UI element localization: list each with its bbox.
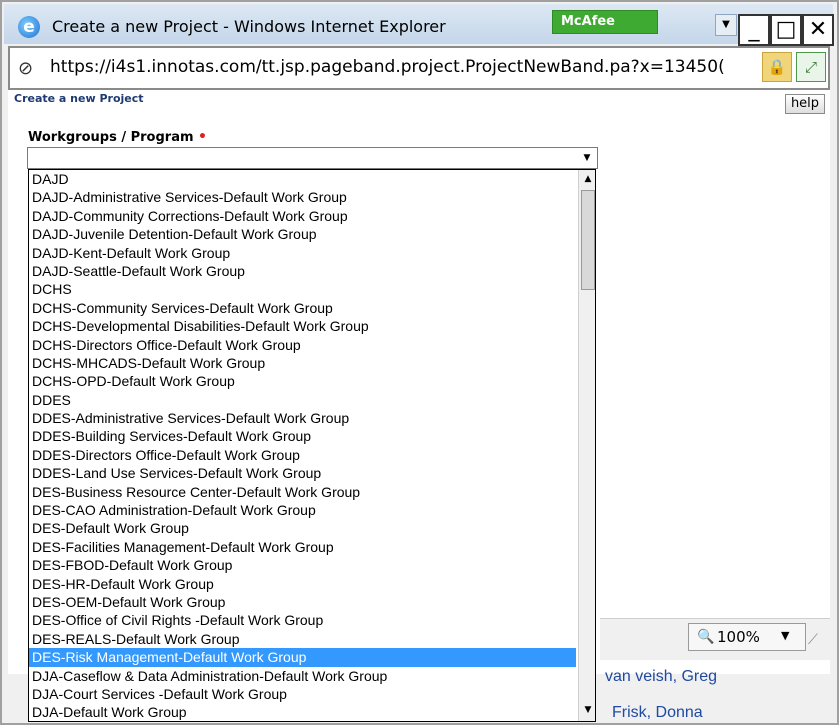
page-heading: Create a new Project	[14, 92, 144, 105]
dropdown-option-selected[interactable]: DES-Risk Management-Default Work Group	[29, 648, 576, 667]
dropdown-option[interactable]: DCHS-MHCADS-Default Work Group	[29, 354, 576, 372]
window-title: Create a new Project - Windows Internet …	[52, 17, 446, 36]
zoom-magnifier-icon: 🔍	[697, 629, 715, 645]
dropdown-option[interactable]: DES-Default Work Group	[29, 519, 576, 537]
zoom-control[interactable]: 🔍 100% ▼	[688, 623, 806, 651]
dropdown-scrollbar[interactable]: ▲ ▼	[578, 170, 595, 721]
scroll-up-arrow-icon[interactable]: ▲	[580, 171, 595, 187]
maximize-button[interactable]: □	[770, 14, 802, 46]
dropdown-option[interactable]: DES-REALS-Default Work Group	[29, 630, 576, 648]
dropdown-option[interactable]: DCHS-Developmental Disabilities-Default …	[29, 317, 576, 335]
resize-grip-icon[interactable]: ⟋	[808, 632, 828, 652]
workgroups-program-select[interactable]	[27, 147, 598, 169]
dropdown-option[interactable]: DJA-Caseflow & Data Administration-Defau…	[29, 667, 576, 685]
dropdown-option[interactable]: DAJD	[29, 170, 576, 188]
field-label-text: Workgroups / Program	[28, 130, 194, 145]
workgroups-program-label: Workgroups / Program •	[28, 129, 207, 145]
background-person-link[interactable]: Frisk, Donna	[612, 704, 703, 722]
dropdown-option[interactable]: DES-Office of Civil Rights -Default Work…	[29, 611, 576, 629]
dropdown-option[interactable]: DES-CAO Administration-Default Work Grou…	[29, 501, 576, 519]
dropdown-option[interactable]: DAJD-Kent-Default Work Group	[29, 244, 576, 262]
dropdown-option[interactable]: DES-Business Resource Center-Default Wor…	[29, 483, 576, 501]
dropdown-option[interactable]: DCHS-Directors Office-Default Work Group	[29, 336, 576, 354]
page-loading-icon: ⊘	[18, 58, 34, 79]
internet-explorer-icon: e	[18, 16, 40, 38]
dropdown-option[interactable]: DES-OEM-Default Work Group	[29, 593, 576, 611]
dropdown-option[interactable]: DDES-Administrative Services-Default Wor…	[29, 409, 576, 427]
dropdown-options: DAJD DAJD-Administrative Services-Default…	[29, 170, 576, 721]
help-button[interactable]: help	[785, 94, 825, 114]
dropdown-option[interactable]: DDES-Land Use Services-Default Work Grou…	[29, 464, 576, 482]
dropdown-option[interactable]: DES-Facilities Management-Default Work G…	[29, 538, 576, 556]
scrollbar-thumb[interactable]	[581, 190, 595, 290]
workgroups-dropdown-list[interactable]: DAJD DAJD-Administrative Services-Default…	[28, 169, 596, 722]
dropdown-option[interactable]: DDES-Building Services-Default Work Grou…	[29, 427, 576, 445]
dropdown-option[interactable]: DAJD-Administrative Services-Default Wor…	[29, 188, 576, 206]
dropdown-option[interactable]: DAJD-Seattle-Default Work Group	[29, 262, 576, 280]
title-bar: e Create a new Project - Windows Interne…	[4, 4, 834, 46]
dropdown-option[interactable]: DCHS	[29, 280, 576, 298]
mcafee-label: McAfee	[561, 14, 615, 29]
scroll-down-arrow-icon[interactable]: ▼	[580, 702, 595, 718]
select-dropdown-arrow-icon[interactable]: ▼	[578, 149, 596, 167]
background-person-link[interactable]: van veish, Greg	[605, 668, 717, 686]
dropdown-option[interactable]: DES-HR-Default Work Group	[29, 575, 576, 593]
mcafee-toolbar-button[interactable]: McAfee	[552, 10, 658, 34]
dropdown-option[interactable]: DDES-Directors Office-Default Work Group	[29, 446, 576, 464]
required-indicator: •	[198, 129, 207, 145]
dropdown-option[interactable]: DDES	[29, 391, 576, 409]
mcafee-dropdown-arrow-icon[interactable]: ▼	[715, 14, 737, 36]
lock-icon[interactable]: 🔒	[762, 52, 792, 82]
dropdown-option[interactable]: DAJD-Community Corrections-Default Work …	[29, 207, 576, 225]
address-url[interactable]: https://i4s1.innotas.com/tt.jsp.pageband…	[50, 57, 750, 77]
dropdown-option[interactable]: DJA-Court Services -Default Work Group	[29, 685, 576, 703]
close-button[interactable]: ✕	[802, 14, 834, 46]
dropdown-option[interactable]: DCHS-Community Services-Default Work Gro…	[29, 299, 576, 317]
dropdown-option[interactable]: DES-FBOD-Default Work Group	[29, 556, 576, 574]
minimize-button[interactable]: _	[738, 14, 770, 46]
dropdown-option[interactable]: DCHS-OPD-Default Work Group	[29, 372, 576, 390]
zoom-dropdown-arrow-icon[interactable]: ▼	[781, 629, 789, 642]
compatibility-view-icon[interactable]: ⤢	[796, 52, 826, 82]
address-bar[interactable]: ⊘ https://i4s1.innotas.com/tt.jsp.pageba…	[8, 46, 830, 90]
dropdown-option[interactable]: DJA-Default Work Group	[29, 703, 576, 721]
zoom-level: 100%	[717, 628, 760, 646]
dropdown-option[interactable]: DAJD-Juvenile Detention-Default Work Gro…	[29, 225, 576, 243]
